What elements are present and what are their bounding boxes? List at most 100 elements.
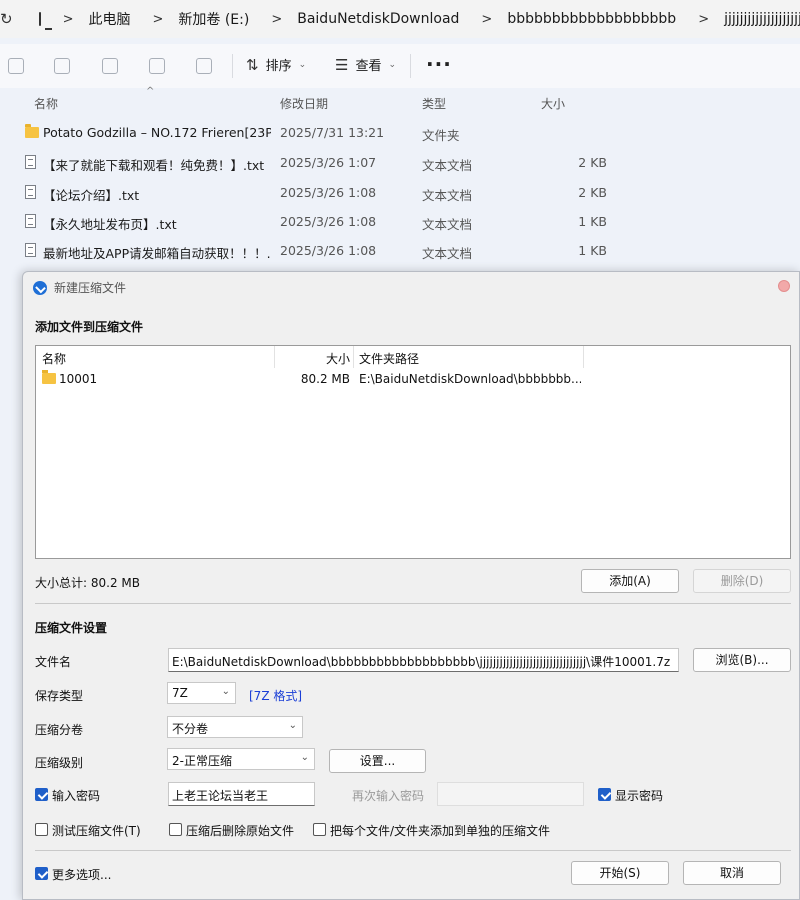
refresh-icon[interactable]: ↻ <box>0 10 13 28</box>
dialog-title: 新建压缩文件 <box>54 281 127 295</box>
password-input[interactable]: 上老王论坛当老王 <box>168 782 315 806</box>
list-item-path: E:\BaiduNetdiskDownload\bbbbbbb... <box>359 372 581 386</box>
text-file-icon <box>25 243 36 257</box>
breadcrumb-bbb[interactable]: bbbbbbbbbbbbbbbbbbb <box>507 11 676 27</box>
column-header-date[interactable]: 修改日期 <box>280 95 328 112</box>
save-type-select[interactable]: 7Z ⌄ <box>167 682 236 704</box>
more-options-icon[interactable]: ··· <box>426 52 452 76</box>
share-icon[interactable] <box>149 58 165 74</box>
file-name: 最新地址及APP请发邮箱自动获取！！！... <box>43 246 271 261</box>
test-archive-label[interactable]: 测试压缩文件(T) <box>52 822 141 839</box>
add-button[interactable]: 添加(A) <box>581 569 679 593</box>
column-divider <box>583 346 584 368</box>
address-bar: ↻ > 此电脑 > 新加卷 (E:) > BaiduNetdiskDownloa… <box>0 0 800 38</box>
breadcrumb-jjj[interactable]: jjjjjjjjjjjjjjjjjjjjjjjjjjjj <box>724 11 800 27</box>
breadcrumb-drive[interactable]: 新加卷 (E:) <box>178 9 249 29</box>
dialog-title-bar[interactable]: 新建压缩文件 <box>33 279 126 296</box>
password-checkbox-label[interactable]: 输入密码 <box>52 787 100 804</box>
delete-button[interactable]: 删除(D) <box>693 569 791 593</box>
settings-button[interactable]: 设置... <box>329 749 426 773</box>
view-button[interactable]: ☰ 查看 ⌄ <box>335 55 396 75</box>
file-row[interactable]: 【来了就能下载和观看！纯免费！】.txt 2025/3/26 1:07 文本文档… <box>0 148 800 177</box>
archive-file-list[interactable]: 名称 大小 文件夹路径 10001 80.2 MB E:\BaiduNetdis… <box>35 345 791 559</box>
view-label: 查看 <box>355 59 382 74</box>
file-size: 2 KB <box>578 155 607 170</box>
list-column-size[interactable]: 大小 <box>276 350 350 367</box>
reenter-password-input[interactable] <box>437 782 584 806</box>
breadcrumb-baidu[interactable]: BaiduNetdiskDownload <box>297 11 459 27</box>
file-date: 2025/7/31 13:21 <box>280 125 385 140</box>
separate-archives-checkbox[interactable] <box>313 823 326 836</box>
folder-icon <box>42 370 56 384</box>
file-size: 2 KB <box>578 185 607 200</box>
chevron-right-icon[interactable]: > <box>481 12 492 27</box>
file-type: 文件夹 <box>422 128 460 143</box>
cancel-button[interactable]: 取消 <box>683 861 781 885</box>
password-checkbox[interactable] <box>35 788 48 801</box>
column-header-size[interactable]: 大小 <box>541 95 565 112</box>
file-type: 文本文档 <box>422 188 473 203</box>
test-archive-checkbox[interactable] <box>35 823 48 836</box>
filename-input[interactable]: E:\BaiduNetdiskDownload\bbbbbbbbbbbbbbbb… <box>168 648 679 672</box>
close-icon[interactable] <box>778 280 790 292</box>
more-options-label[interactable]: 更多选项... <box>52 866 111 883</box>
delete-icon[interactable] <box>196 58 212 74</box>
more-options-checkbox[interactable] <box>35 867 48 880</box>
column-divider <box>274 346 275 368</box>
column-divider <box>353 346 354 368</box>
chevron-down-icon: ⌄ <box>288 720 297 731</box>
split-select[interactable]: 不分卷 ⌄ <box>167 716 303 738</box>
rename-icon[interactable] <box>102 58 118 74</box>
list-column-path[interactable]: 文件夹路径 <box>359 350 419 367</box>
paste-icon[interactable] <box>54 58 70 74</box>
delete-after-checkbox[interactable] <box>169 823 182 836</box>
chevron-down-icon: ⌄ <box>300 752 309 763</box>
chevron-down-icon: ⌄ <box>298 59 307 70</box>
chevron-right-icon[interactable]: > <box>698 12 709 27</box>
level-value: 2-正常压缩 <box>172 754 232 768</box>
chevron-right-icon[interactable]: > <box>63 12 74 27</box>
level-select[interactable]: 2-正常压缩 ⌄ <box>167 748 315 770</box>
browse-button[interactable]: 浏览(B)... <box>693 648 791 672</box>
file-name: 【论坛介绍】.txt <box>43 188 140 203</box>
sort-ascending-icon: ^ <box>146 86 155 97</box>
file-name: Potato Godzilla – NO.172 Frieren[23P... <box>43 125 271 140</box>
format-link[interactable]: [7Z 格式] <box>249 687 302 704</box>
file-row[interactable]: 【永久地址发布页】.txt 2025/3/26 1:08 文本文档 1 KB <box>0 207 800 236</box>
folder-icon <box>25 124 39 138</box>
copy-icon[interactable] <box>8 58 24 74</box>
file-date: 2025/3/26 1:08 <box>280 214 377 229</box>
column-header-type[interactable]: 类型 <box>422 95 446 112</box>
app-logo-icon <box>33 280 47 295</box>
save-type-value: 7Z <box>172 686 188 700</box>
total-size: 大小总计: 80.2 MB <box>35 576 140 590</box>
file-row[interactable]: Potato Godzilla – NO.172 Frieren[23P... … <box>0 118 800 147</box>
file-size: 1 KB <box>578 243 607 258</box>
file-list: 名称 ^ 修改日期 类型 大小 Potato Godzilla – NO.172… <box>0 86 800 278</box>
command-bar: ⇅ 排序 ⌄ ☰ 查看 ⌄ ··· <box>0 44 800 88</box>
file-row[interactable]: 【论坛介绍】.txt 2025/3/26 1:08 文本文档 2 KB <box>0 178 800 207</box>
computer-icon[interactable] <box>38 12 52 30</box>
breadcrumb-this-pc[interactable]: 此电脑 <box>88 9 130 29</box>
view-icon: ☰ <box>335 55 349 74</box>
chevron-right-icon[interactable]: > <box>152 12 163 27</box>
section-divider <box>35 850 791 851</box>
sort-icon: ⇅ <box>246 55 259 74</box>
start-button[interactable]: 开始(S) <box>571 861 669 885</box>
chevron-right-icon[interactable]: > <box>271 12 282 27</box>
show-password-label[interactable]: 显示密码 <box>615 787 663 804</box>
separate-archives-label[interactable]: 把每个文件/文件夹添加到单独的压缩文件 <box>330 822 550 839</box>
sort-button[interactable]: ⇅ 排序 ⌄ <box>246 55 307 75</box>
file-type: 文本文档 <box>422 246 473 261</box>
column-header-name[interactable]: 名称 <box>34 95 58 112</box>
show-password-checkbox[interactable] <box>598 788 611 801</box>
file-date: 2025/3/26 1:08 <box>280 185 377 200</box>
list-header: 名称 大小 文件夹路径 <box>36 346 790 368</box>
reenter-password-label: 再次输入密码 <box>352 789 425 803</box>
delete-after-label[interactable]: 压缩后删除原始文件 <box>186 822 294 839</box>
file-row[interactable]: 最新地址及APP请发邮箱自动获取！！！... 2025/3/26 1:08 文本… <box>0 236 800 265</box>
text-file-icon <box>25 214 36 228</box>
add-files-section-title: 添加文件到压缩文件 <box>35 320 144 334</box>
new-archive-dialog: 新建压缩文件 添加文件到压缩文件 名称 大小 文件夹路径 10001 80.2 … <box>22 271 800 900</box>
list-column-name[interactable]: 名称 <box>42 350 66 367</box>
